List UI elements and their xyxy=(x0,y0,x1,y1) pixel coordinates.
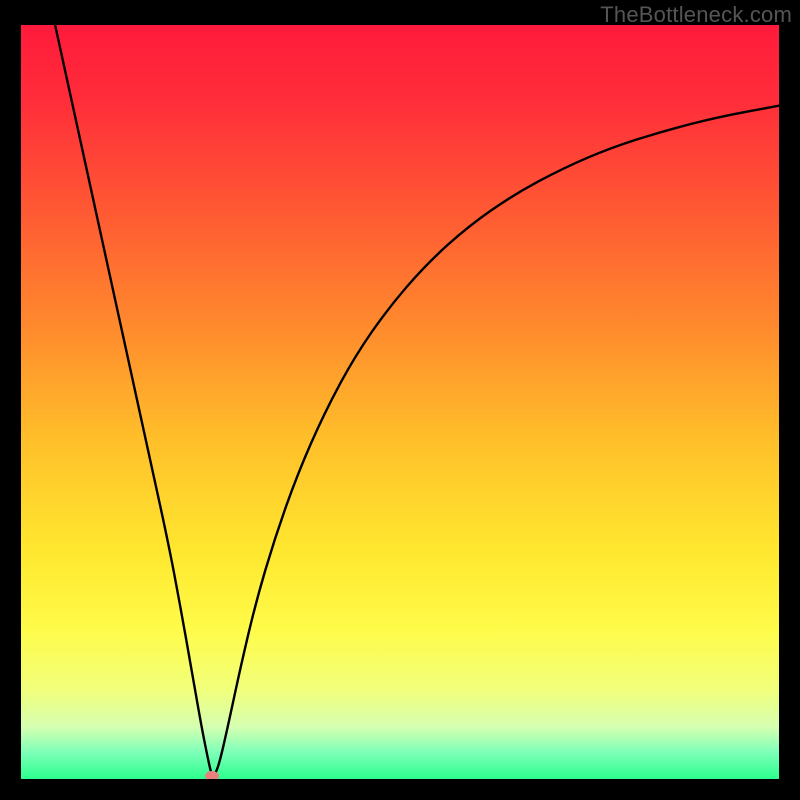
gradient-background xyxy=(21,25,779,779)
attribution-label: TheBottleneck.com xyxy=(600,2,792,28)
chart-frame: TheBottleneck.com xyxy=(0,0,800,800)
bottleneck-chart xyxy=(21,25,779,779)
